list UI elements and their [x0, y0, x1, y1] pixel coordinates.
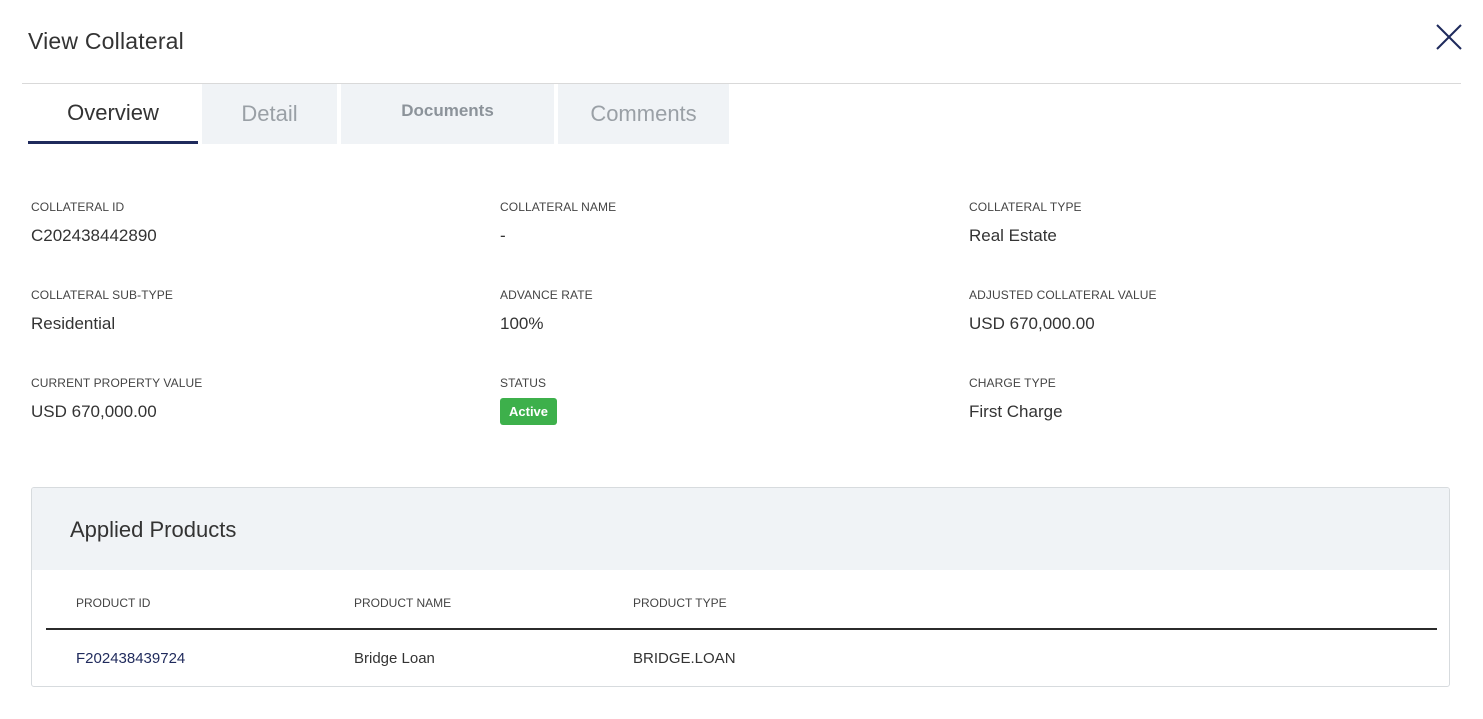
- dialog-header: View Collateral: [22, 0, 1464, 84]
- product-name-cell: Bridge Loan: [354, 650, 435, 667]
- field-label: ADVANCE RATE: [500, 288, 593, 302]
- field-value: USD 670,000.00: [969, 314, 1095, 333]
- tab-overview[interactable]: Overview: [28, 84, 198, 144]
- field-collateral-id: COLLATERAL ID C202438442890: [31, 200, 471, 246]
- field-value: USD 670,000.00: [31, 402, 157, 421]
- field-value: 100%: [500, 314, 544, 333]
- column-header-product-name: PRODUCT NAME: [354, 596, 452, 610]
- field-collateral-sub-type: COLLATERAL SUB-TYPE Residential: [31, 288, 471, 334]
- field-value: Real Estate: [969, 226, 1057, 245]
- field-label: CHARGE TYPE: [969, 376, 1056, 390]
- applied-products-title: Applied Products: [70, 517, 237, 542]
- field-status: STATUS Active: [500, 376, 940, 425]
- applied-products-header: Applied Products: [32, 488, 1449, 570]
- field-advance-rate: ADVANCE RATE 100%: [500, 288, 940, 334]
- column-header-product-type: PRODUCT TYPE: [633, 596, 727, 610]
- field-value: C202438442890: [31, 226, 157, 245]
- field-current-property-value: CURRENT PROPERTY VALUE USD 670,000.00: [31, 376, 471, 422]
- field-label: COLLATERAL TYPE: [969, 200, 1082, 214]
- field-collateral-type: COLLATERAL TYPE Real Estate: [969, 200, 1409, 246]
- field-label: COLLATERAL SUB-TYPE: [31, 288, 173, 302]
- column-header-product-id: PRODUCT ID: [76, 596, 151, 610]
- applied-products-panel: Applied Products PRODUCT ID PRODUCT NAME…: [31, 487, 1450, 687]
- dialog-title: View Collateral: [28, 28, 184, 54]
- status-badge: Active: [500, 398, 558, 425]
- product-type-cell: BRIDGE.LOAN: [633, 650, 736, 667]
- products-table: PRODUCT ID PRODUCT NAME PRODUCT TYPE F20…: [46, 570, 1437, 686]
- field-label: COLLATERAL NAME: [500, 200, 617, 214]
- field-collateral-name: COLLATERAL NAME -: [500, 200, 940, 246]
- tab-documents[interactable]: Documents: [341, 84, 554, 144]
- field-value: -: [500, 226, 506, 245]
- field-label: COLLATERAL ID: [31, 200, 125, 214]
- table-header: PRODUCT ID PRODUCT NAME PRODUCT TYPE: [46, 570, 1437, 630]
- field-label: CURRENT PROPERTY VALUE: [31, 376, 203, 390]
- close-button[interactable]: [1434, 22, 1464, 52]
- field-charge-type: CHARGE TYPE First Charge: [969, 376, 1409, 422]
- field-value: First Charge: [969, 402, 1063, 421]
- close-icon: [1436, 24, 1462, 50]
- table-row: F202438439724 Bridge Loan BRIDGE.LOAN: [46, 630, 1437, 686]
- field-adjusted-collateral-value: ADJUSTED COLLATERAL VALUE USD 670,000.00: [969, 288, 1409, 334]
- field-value: Residential: [31, 314, 116, 333]
- field-label: ADJUSTED COLLATERAL VALUE: [969, 288, 1157, 302]
- field-label: STATUS: [500, 376, 547, 390]
- tab-detail[interactable]: Detail: [202, 84, 337, 144]
- product-id-link[interactable]: F202438439724: [76, 650, 185, 667]
- tab-comments[interactable]: Comments: [558, 84, 729, 144]
- tab-bar: Overview Detail Documents Comments: [28, 84, 733, 144]
